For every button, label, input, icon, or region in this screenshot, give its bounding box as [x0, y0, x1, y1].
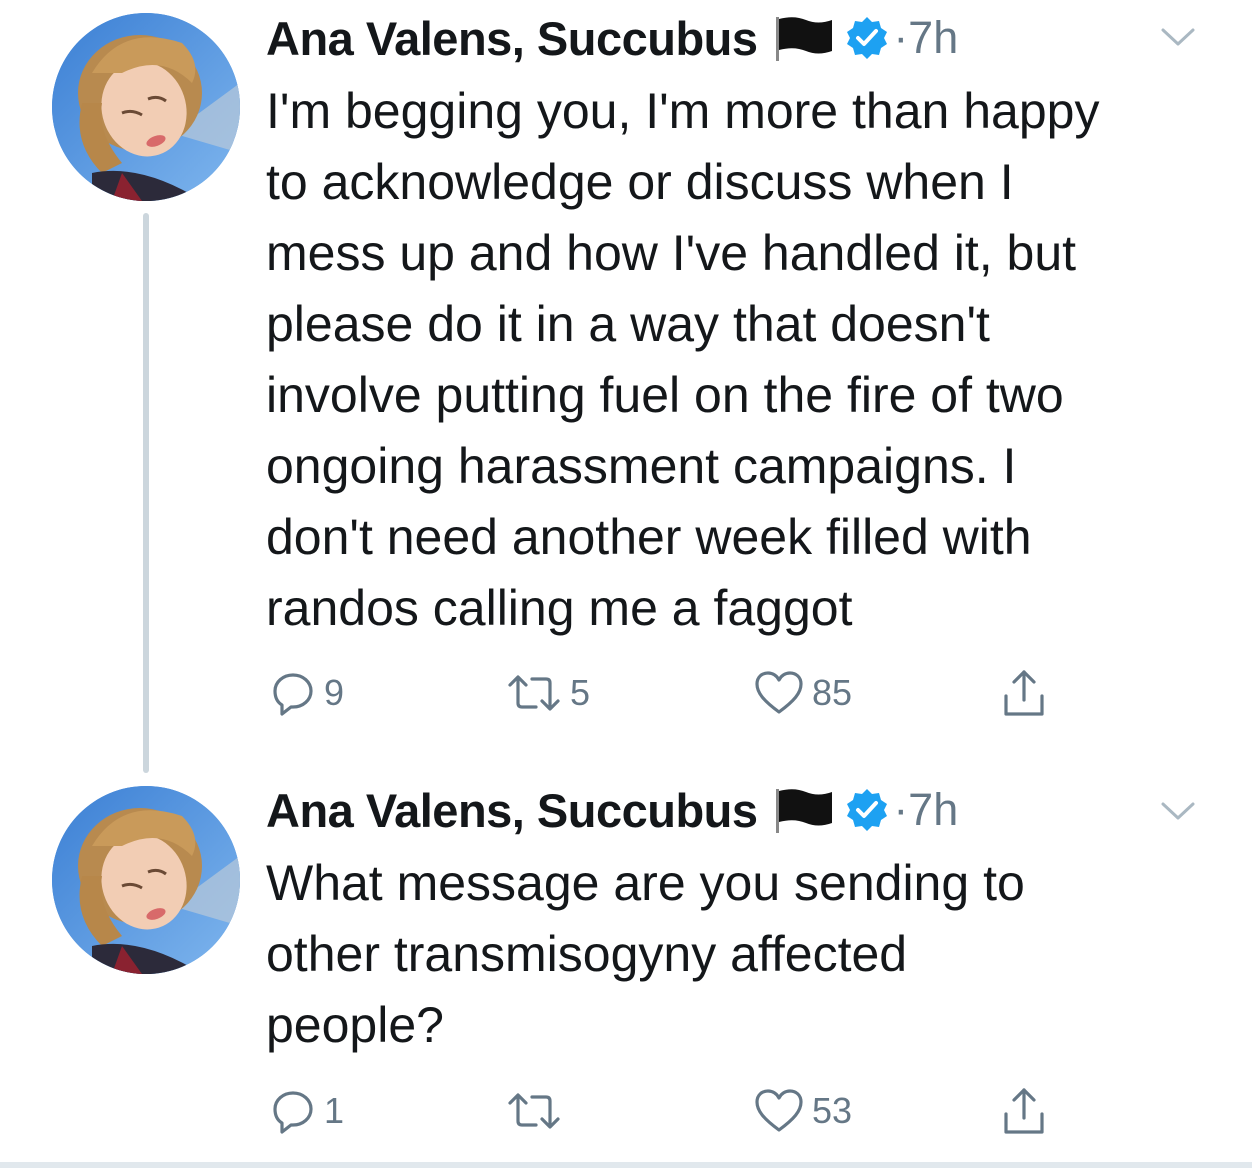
heart-icon — [755, 671, 803, 714]
author-display-name[interactable]: Ana Valens, Succubus — [266, 11, 758, 66]
tweet-text-line: please do it in a way that doesn't — [266, 296, 990, 352]
black-flag-icon — [774, 15, 836, 61]
share-icon — [1004, 670, 1044, 716]
tweet-text-line: randos calling me a faggot — [266, 580, 853, 636]
author-display-name[interactable]: Ana Valens, Succubus — [266, 783, 758, 838]
chevron-down-icon[interactable] — [1160, 26, 1196, 48]
verified-badge-icon — [844, 15, 890, 61]
separator-dot: · — [893, 785, 909, 834]
separator-dot: · — [893, 13, 909, 62]
like-count: 53 — [812, 1090, 853, 1131]
like-button[interactable]: 85 — [754, 665, 852, 721]
retweet-count: 5 — [570, 672, 591, 713]
tweet-text-line: to acknowledge or discuss when I — [266, 154, 1014, 210]
tweet-text: I'm begging you, I'm more than happy to … — [266, 76, 1226, 644]
tweet-2[interactable]: Ana Valens, Succubus · 7h What message a… — [0, 780, 1252, 1162]
share-button[interactable] — [1000, 1083, 1048, 1139]
reply-icon — [273, 673, 313, 716]
tweet-text-line: I'm begging you, I'm more than happy — [266, 83, 1100, 139]
retweet-icon — [508, 675, 560, 711]
tweet-actions: 1 53 — [266, 1083, 1166, 1139]
avatar-image — [52, 13, 240, 201]
avatar[interactable] — [52, 13, 240, 201]
tweet-header: Ana Valens, Succubus · 7h — [266, 8, 958, 68]
like-count: 85 — [812, 672, 853, 713]
share-button[interactable] — [1000, 665, 1048, 721]
thread-connector-line — [143, 213, 149, 773]
heart-icon — [755, 1089, 803, 1132]
chevron-down-icon[interactable] — [1160, 800, 1196, 822]
timestamp[interactable]: 7h — [908, 784, 958, 836]
tweet-text-line: ongoing harassment campaigns. I — [266, 438, 1017, 494]
tweet-text-line: involve putting fuel on the fire of two — [266, 367, 1064, 423]
tweet-text-line: What message are you sending to — [266, 855, 1025, 911]
timestamp[interactable]: 7h — [908, 12, 958, 64]
reply-count: 9 — [324, 672, 345, 713]
tweet-text-line: people? — [266, 997, 444, 1053]
tweet-header: Ana Valens, Succubus · 7h — [266, 780, 958, 840]
reply-button[interactable]: 9 — [270, 665, 344, 721]
tweet-1[interactable]: Ana Valens, Succubus · 7h I'm begging yo… — [0, 0, 1252, 780]
like-button[interactable]: 53 — [754, 1083, 852, 1139]
tweet-text-line: mess up and how I've handled it, but — [266, 225, 1077, 281]
avatar-image — [52, 786, 240, 974]
verified-badge-icon — [844, 787, 890, 833]
retweet-button[interactable]: 5 — [506, 665, 590, 721]
tweet-actions: 9 5 85 — [266, 665, 1166, 721]
reply-button[interactable]: 1 — [270, 1083, 344, 1139]
divider — [0, 1162, 1252, 1168]
retweet-icon — [508, 1093, 560, 1129]
retweet-button[interactable] — [506, 1083, 570, 1139]
share-icon — [1004, 1088, 1044, 1134]
avatar[interactable] — [52, 786, 240, 974]
tweet-text-line: other transmisogyny affected — [266, 926, 908, 982]
tweet-text: What message are you sending to other tr… — [266, 848, 1226, 1061]
reply-count: 1 — [324, 1090, 345, 1131]
black-flag-icon — [774, 787, 836, 833]
tweet-text-line: don't need another week filled with — [266, 509, 1032, 565]
reply-icon — [273, 1091, 313, 1134]
